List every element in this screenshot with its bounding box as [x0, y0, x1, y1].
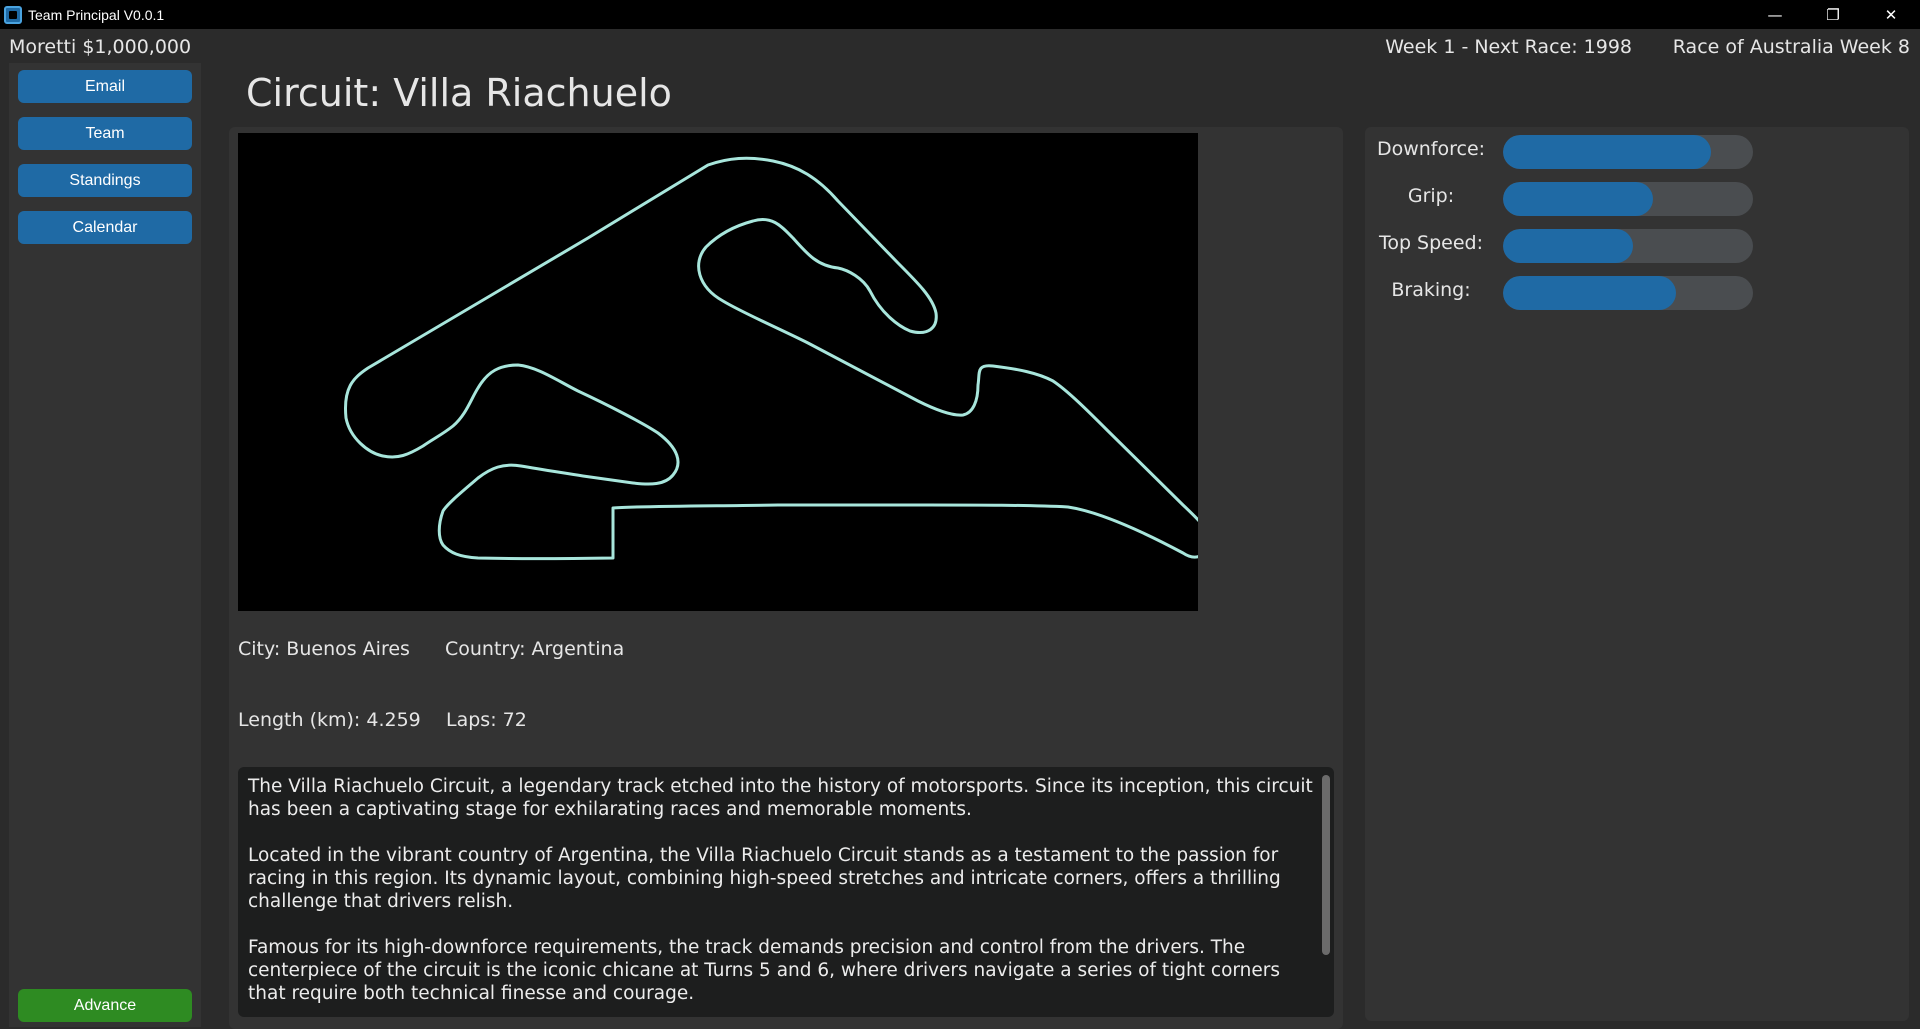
email-button[interactable]: Email — [18, 70, 192, 103]
top-speed-bar-fill — [1503, 229, 1633, 263]
circuit-stats-panel: Downforce: Grip: Top Speed: Braking: — [1365, 127, 1909, 1021]
track-map — [238, 133, 1198, 611]
description-scrollbar[interactable] — [1322, 775, 1330, 955]
advance-button[interactable]: Advance — [18, 989, 192, 1022]
app-icon — [4, 5, 22, 24]
circuit-description[interactable]: The Villa Riachuelo Circuit, a legendary… — [238, 767, 1334, 1017]
standings-button[interactable]: Standings — [18, 164, 192, 197]
description-paragraph: Located in the vibrant country of Argent… — [248, 845, 1281, 912]
length-label: Length (km): 4.259 — [238, 709, 421, 731]
track-layout-svg — [343, 156, 1198, 561]
country-label: Country: Argentina — [445, 638, 625, 660]
page-title: Circuit: Villa Riachuelo — [246, 71, 672, 115]
grip-bar — [1503, 182, 1753, 216]
grip-bar-fill — [1503, 182, 1653, 216]
info-bar: Moretti $1,000,000 Week 1 - Next Race: 1… — [0, 29, 1920, 63]
description-paragraph: The Villa Riachuelo Circuit, a legendary… — [248, 776, 1313, 820]
track-outline — [343, 156, 1198, 561]
braking-bar-fill — [1503, 276, 1676, 310]
calendar-button[interactable]: Calendar — [18, 211, 192, 244]
window-controls: — ❐ ✕ — [1746, 0, 1920, 29]
top-speed-label: Top Speed: — [1378, 232, 1484, 254]
description-paragraph: Famous for its high-downforce requiremen… — [248, 937, 1281, 1004]
restore-icon[interactable]: ❐ — [1804, 0, 1862, 29]
circuit-details-panel: City: Buenos Aires Country: Argentina Le… — [229, 127, 1343, 1029]
sidebar: Email Team Standings Calendar Advance — [9, 63, 201, 1027]
downforce-label: Downforce: — [1376, 138, 1486, 160]
week-info: Week 1 - Next Race: 1998 — [1385, 36, 1632, 58]
minimize-icon[interactable]: — — [1746, 0, 1804, 29]
laps-label: Laps: 72 — [446, 709, 527, 731]
title-bar: Team Principal V0.0.1 — ❐ ✕ — [0, 0, 1920, 29]
braking-bar — [1503, 276, 1753, 310]
window-title: Team Principal V0.0.1 — [28, 6, 165, 23]
downforce-bar — [1503, 135, 1753, 169]
next-race-info: Race of Australia Week 8 — [1672, 36, 1910, 58]
city-label: City: Buenos Aires — [238, 638, 410, 660]
description-text: The Villa Riachuelo Circuit, a legendary… — [248, 775, 1316, 1017]
main-content: Circuit: Villa Riachuelo City: Buenos Ai… — [212, 63, 1920, 1029]
team-button[interactable]: Team — [18, 117, 192, 150]
grip-label: Grip: — [1407, 185, 1455, 207]
braking-label: Braking: — [1391, 279, 1471, 301]
close-icon[interactable]: ✕ — [1862, 0, 1920, 29]
downforce-bar-fill — [1503, 135, 1711, 169]
player-balance: Moretti $1,000,000 — [9, 36, 192, 58]
top-speed-bar — [1503, 229, 1753, 263]
